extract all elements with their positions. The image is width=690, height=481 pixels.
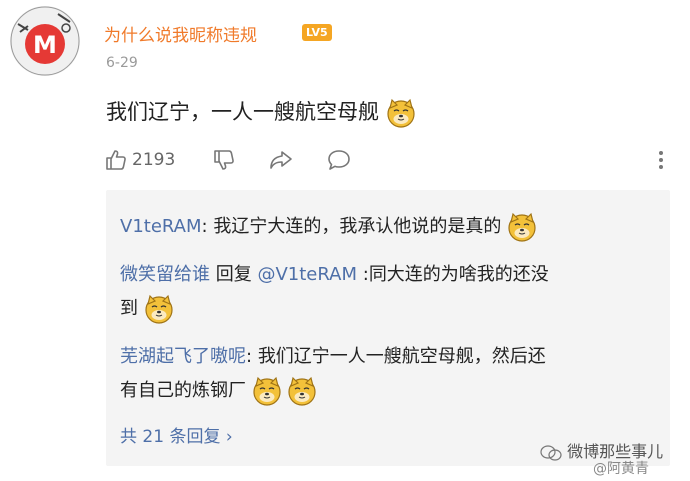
reply-text: 我辽宁大连的，我承认他说的是真的 — [213, 216, 502, 237]
level-badge: LV5 — [302, 24, 332, 41]
post-text-content: 我们辽宁，一人一艘航空母舰 — [106, 100, 379, 124]
more-button[interactable] — [653, 147, 669, 173]
comment-icon — [328, 150, 350, 170]
username[interactable]: 为什么说我昵称违规 — [104, 21, 257, 46]
more-icon — [659, 151, 663, 169]
like-count: 2193 — [132, 150, 176, 170]
comment-button[interactable] — [326, 147, 352, 173]
svg-text:M: M — [33, 31, 57, 59]
avatar[interactable]: M — [10, 6, 80, 76]
reply-word: 回复 — [215, 264, 252, 285]
like-button[interactable]: 2193 — [104, 147, 175, 173]
thumbs-up-icon — [106, 150, 126, 170]
wechat-icon — [540, 444, 562, 461]
reply-item: 微笑留给谁 回复 @V1teRAM :同大连的为啥我的还没 — [120, 260, 549, 286]
reply-user[interactable]: 芜湖起飞了嗷呢 — [120, 346, 246, 367]
doge-emoji-icon — [288, 377, 317, 406]
dislike-button[interactable] — [212, 147, 236, 173]
post-date: 6-29 — [106, 55, 138, 71]
reply-separator: : — [246, 346, 253, 367]
reply-separator: : — [201, 216, 208, 237]
doge-emoji-icon — [145, 295, 173, 324]
reply-text: 同大连的为啥我的还没 — [368, 264, 549, 285]
reply-user[interactable]: 微笑留给谁 — [120, 264, 210, 285]
post-text: 我们辽宁，一人一艘航空母舰 — [106, 96, 416, 128]
doge-emoji-icon — [387, 99, 415, 128]
reply-item: 芜湖起飞了嗷呢: 我们辽宁一人一艘航空母舰，然后还 — [120, 342, 546, 368]
reply-item: V1teRAM: 我辽宁大连的，我承认他说的是真的 — [120, 212, 537, 242]
reply-text: 到 — [120, 298, 138, 319]
reply-target[interactable]: @V1teRAM — [257, 264, 357, 285]
reply-user[interactable]: V1teRAM — [120, 216, 202, 237]
share-icon — [270, 151, 292, 169]
thumbs-down-icon — [214, 150, 234, 170]
reply-item-continued: 到 — [120, 294, 174, 324]
reply-text: 有自己的炼钢厂 — [120, 380, 246, 401]
watermark-handle: @阿黄青 — [593, 461, 649, 477]
share-button[interactable] — [268, 147, 294, 173]
reply-item-continued: 有自己的炼钢厂 — [120, 376, 317, 406]
replies-panel[interactable]: V1teRAM: 我辽宁大连的，我承认他说的是真的 微笑留给谁 回复 @V1te… — [106, 190, 670, 466]
reply-text: 我们辽宁一人一艘航空母舰，然后还 — [257, 346, 546, 367]
doge-emoji-icon — [508, 213, 536, 242]
doge-emoji-icon — [253, 377, 281, 406]
view-all-replies-link[interactable]: 共 21 条回复 › — [120, 422, 233, 447]
